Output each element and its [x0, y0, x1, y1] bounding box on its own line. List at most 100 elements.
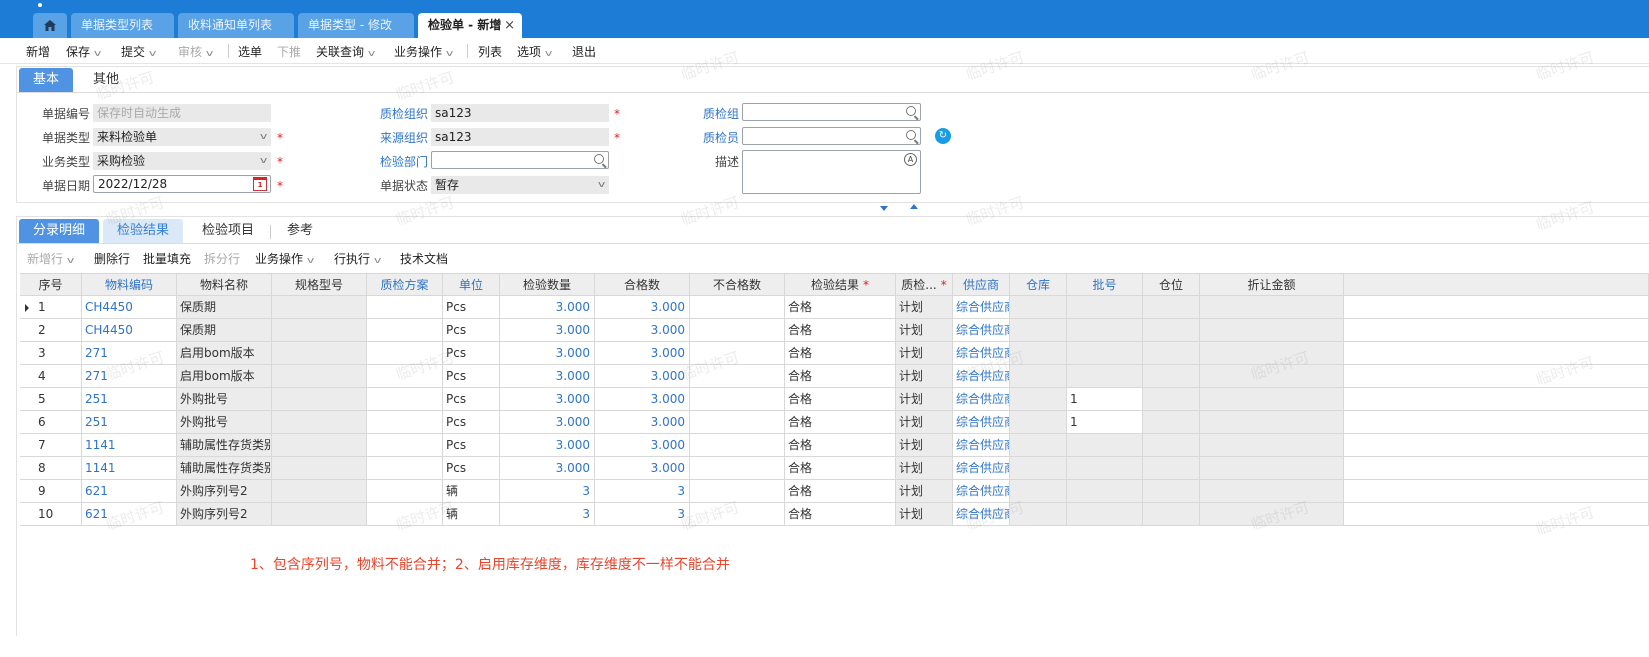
cell-qualified-qty[interactable]: 3.000 [595, 434, 690, 457]
cell-warehouse[interactable] [1010, 411, 1067, 434]
cell-lot[interactable] [1067, 296, 1143, 319]
column-header-seq[interactable]: 序号 [20, 273, 82, 296]
cell-material-code[interactable]: 271 [82, 342, 177, 365]
cell-supplier[interactable]: 综合供应商 [953, 388, 1010, 411]
column-header-unqualified-qty[interactable]: 不合格数 [690, 273, 785, 296]
cell-qualified-qty[interactable]: 3 [595, 480, 690, 503]
cell-qualified-qty[interactable]: 3.000 [595, 388, 690, 411]
column-header-warehouse[interactable]: 仓库 [1010, 273, 1067, 296]
cell-unit[interactable]: Pcs [443, 296, 500, 319]
delete-row-button[interactable]: 删除行 [94, 250, 130, 267]
search-icon[interactable] [594, 154, 604, 164]
cell-qc-scheme[interactable] [367, 342, 443, 365]
audit-button[interactable]: 审核 v [178, 43, 213, 60]
tab-entry-detail[interactable]: 分录明细 [19, 219, 99, 243]
cell-location[interactable] [1143, 388, 1200, 411]
cell-location[interactable] [1143, 296, 1200, 319]
cell-unit[interactable]: Pcs [443, 342, 500, 365]
cell-warehouse[interactable] [1010, 434, 1067, 457]
cell-supplier[interactable]: 综合供应商 [953, 296, 1010, 319]
status-select[interactable]: 暂存 v [431, 176, 609, 194]
search-icon[interactable] [906, 130, 916, 140]
biz-type-select[interactable]: 采购检验 v [93, 152, 271, 170]
cell-location[interactable] [1143, 319, 1200, 342]
cell-qc-scheme[interactable] [367, 434, 443, 457]
cell-material-code[interactable]: 251 [82, 411, 177, 434]
cell-unqualified-qty[interactable] [690, 319, 785, 342]
list-button[interactable]: 列表 [478, 43, 502, 60]
cell-material-code[interactable]: 621 [82, 503, 177, 526]
save-button[interactable]: 保存 v [66, 43, 101, 60]
cell-supplier[interactable]: 综合供应商 [953, 457, 1010, 480]
tab-bill-type-list[interactable]: 单据类型列表 [71, 13, 174, 38]
column-header-qc-scheme[interactable]: 质检方案 [367, 273, 443, 296]
cell-lot[interactable] [1067, 457, 1143, 480]
cell-supplier[interactable]: 综合供应商 [953, 411, 1010, 434]
inspector-label[interactable]: 质检员 [703, 129, 739, 146]
cell-qualified-qty[interactable]: 3.000 [595, 319, 690, 342]
cell-warehouse[interactable] [1010, 503, 1067, 526]
cell-insp-qty[interactable]: 3 [500, 503, 595, 526]
column-header-discount[interactable]: 折让金额 [1200, 273, 1344, 296]
cell-unqualified-qty[interactable] [690, 480, 785, 503]
inspector-input[interactable] [742, 127, 921, 145]
cell-warehouse[interactable] [1010, 296, 1067, 319]
cell-qc-scheme[interactable] [367, 480, 443, 503]
cell-qualified-qty[interactable]: 3.000 [595, 457, 690, 480]
cell-insp-qty[interactable]: 3.000 [500, 411, 595, 434]
cell-supplier[interactable]: 综合供应商 [953, 319, 1010, 342]
cell-insp-result[interactable]: 合格 [785, 434, 896, 457]
entry-business-ops-button[interactable]: 业务操作 v [255, 250, 314, 267]
cell-lot[interactable] [1067, 365, 1143, 388]
cell-lot[interactable] [1067, 434, 1143, 457]
split-row-button[interactable]: 拆分行 [204, 250, 240, 267]
cell-qualified-qty[interactable]: 3.000 [595, 296, 690, 319]
cell-unit[interactable]: Pcs [443, 434, 500, 457]
column-header-material-code[interactable]: 物料编码 [82, 273, 177, 296]
cell-location[interactable] [1143, 365, 1200, 388]
cell-unqualified-qty[interactable] [690, 388, 785, 411]
multilang-icon[interactable]: A [904, 153, 917, 166]
qc-org-label[interactable]: 质检组织 [380, 105, 428, 122]
cell-material-code[interactable]: 271 [82, 365, 177, 388]
cell-supplier[interactable]: 综合供应商 [953, 365, 1010, 388]
cell-location[interactable] [1143, 503, 1200, 526]
cell-supplier[interactable]: 综合供应商 [953, 342, 1010, 365]
cell-qualified-qty[interactable]: 3.000 [595, 342, 690, 365]
tab-inspection-items[interactable]: 检验项目 [192, 219, 264, 243]
tab-home[interactable] [33, 13, 67, 38]
collapse-up-icon[interactable] [910, 204, 918, 209]
src-org-label[interactable]: 来源组织 [380, 129, 428, 146]
bill-type-select[interactable]: 来料检验单 v [93, 128, 271, 146]
tab-bill-type-edit[interactable]: 单据类型 - 修改 [298, 13, 414, 38]
select-bill-button[interactable]: 选单 [238, 43, 262, 60]
column-header-material-name[interactable]: 物料名称 [177, 273, 272, 296]
cell-location[interactable] [1143, 457, 1200, 480]
cell-location[interactable] [1143, 434, 1200, 457]
row-execute-button[interactable]: 行执行 v [334, 250, 381, 267]
column-header-unit[interactable]: 单位 [443, 273, 500, 296]
cell-unit[interactable]: 辆 [443, 503, 500, 526]
cell-warehouse[interactable] [1010, 342, 1067, 365]
cell-insp-qty[interactable]: 3.000 [500, 457, 595, 480]
cell-supplier[interactable]: 综合供应商 [953, 480, 1010, 503]
cell-qc-scheme[interactable] [367, 388, 443, 411]
cell-warehouse[interactable] [1010, 480, 1067, 503]
cell-warehouse[interactable] [1010, 457, 1067, 480]
refresh-icon[interactable]: ↻ [935, 128, 951, 144]
cell-lot[interactable]: 1 [1067, 411, 1143, 434]
cell-qc-scheme[interactable] [367, 319, 443, 342]
cell-qc-scheme[interactable] [367, 457, 443, 480]
calendar-icon[interactable]: 1 [253, 177, 267, 191]
tab-basic[interactable]: 基本 [19, 68, 73, 92]
cell-unqualified-qty[interactable] [690, 296, 785, 319]
cell-unit[interactable]: Pcs [443, 365, 500, 388]
related-query-button[interactable]: 关联查询 v [316, 43, 375, 60]
cell-insp-result[interactable]: 合格 [785, 411, 896, 434]
cell-unqualified-qty[interactable] [690, 434, 785, 457]
cell-material-code[interactable]: 251 [82, 388, 177, 411]
cell-insp-result[interactable]: 合格 [785, 457, 896, 480]
cell-insp-qty[interactable]: 3.000 [500, 388, 595, 411]
tab-receipt-notice-list[interactable]: 收料通知单列表 [178, 13, 294, 38]
cell-insp-qty[interactable]: 3 [500, 480, 595, 503]
